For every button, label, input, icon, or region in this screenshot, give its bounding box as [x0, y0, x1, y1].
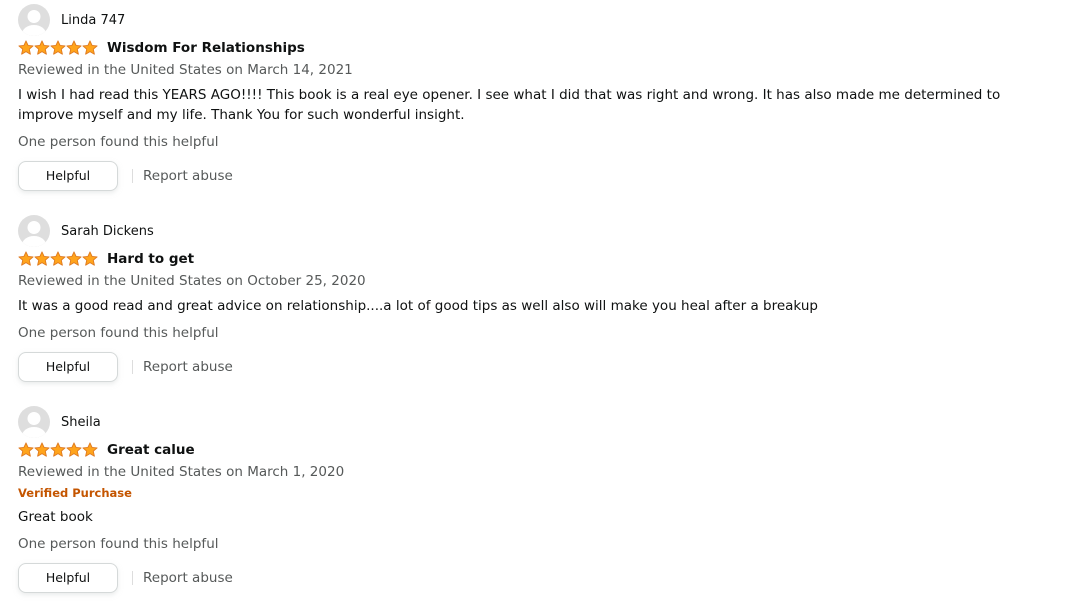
star-icon: [82, 251, 98, 266]
report-abuse-link[interactable]: Report abuse: [143, 570, 233, 586]
review-date: Reviewed in the United States on October…: [18, 273, 366, 289]
star-rating[interactable]: [18, 40, 98, 56]
star-icon: [18, 251, 34, 266]
star-icon: [50, 251, 66, 266]
divider: [132, 360, 133, 374]
profile-name[interactable]: Sheila: [61, 415, 101, 430]
review-card: Linda 747 Wisdom For Relationships Revie…: [18, 4, 1048, 194]
profile[interactable]: Linda 747: [18, 4, 125, 36]
profile-name[interactable]: Sarah Dickens: [61, 224, 154, 239]
helpful-button[interactable]: Helpful: [18, 352, 118, 382]
star-icon: [66, 40, 82, 55]
review-title-row: Great calue: [18, 441, 195, 459]
star-icon: [66, 442, 82, 457]
star-icon: [34, 442, 50, 457]
helpful-button[interactable]: Helpful: [18, 161, 118, 191]
review-date: Reviewed in the United States on March 1…: [18, 464, 345, 480]
star-icon: [18, 40, 34, 55]
review-actions: Helpful Report abuse: [18, 161, 233, 191]
review-title-row: Hard to get: [18, 250, 194, 268]
report-abuse-link[interactable]: Report abuse: [143, 359, 233, 375]
review-title[interactable]: Great calue: [107, 442, 195, 458]
default-user-avatar-icon: [18, 4, 50, 36]
profile[interactable]: Sarah Dickens: [18, 215, 154, 247]
review-title[interactable]: Wisdom For Relationships: [107, 40, 305, 56]
helpful-count: One person found this helpful: [18, 325, 219, 341]
review-actions: Helpful Report abuse: [18, 563, 233, 593]
report-abuse-link[interactable]: Report abuse: [143, 168, 233, 184]
star-icon: [50, 40, 66, 55]
helpful-button[interactable]: Helpful: [18, 563, 118, 593]
review-title[interactable]: Hard to get: [107, 251, 194, 267]
star-icon: [34, 40, 50, 55]
star-icon: [82, 442, 98, 457]
review-body: It was a good read and great advice on r…: [18, 298, 818, 314]
profile-name[interactable]: Linda 747: [61, 13, 125, 28]
divider: [132, 169, 133, 183]
verified-purchase-badge: Verified Purchase: [18, 486, 132, 500]
star-icon: [66, 251, 82, 266]
star-icon: [18, 442, 34, 457]
default-user-avatar-icon: [18, 406, 50, 438]
profile[interactable]: Sheila: [18, 406, 101, 438]
star-icon: [50, 442, 66, 457]
review-body: Great book: [18, 509, 93, 525]
default-user-avatar-icon: [18, 215, 50, 247]
helpful-count: One person found this helpful: [18, 536, 219, 552]
helpful-count: One person found this helpful: [18, 134, 219, 150]
review-date: Reviewed in the United States on March 1…: [18, 62, 353, 78]
review-title-row: Wisdom For Relationships: [18, 39, 305, 57]
review-body: I wish I had read this YEARS AGO!!!! Thi…: [18, 87, 1001, 123]
review-card: Sarah Dickens Hard to get Reviewed in th…: [18, 215, 1048, 385]
star-icon: [82, 40, 98, 55]
divider: [132, 571, 133, 585]
star-rating[interactable]: [18, 251, 98, 267]
star-icon: [34, 251, 50, 266]
review-actions: Helpful Report abuse: [18, 352, 233, 382]
review-card: Sheila Great calue Reviewed in the Unite…: [18, 406, 1048, 602]
star-rating[interactable]: [18, 442, 98, 458]
